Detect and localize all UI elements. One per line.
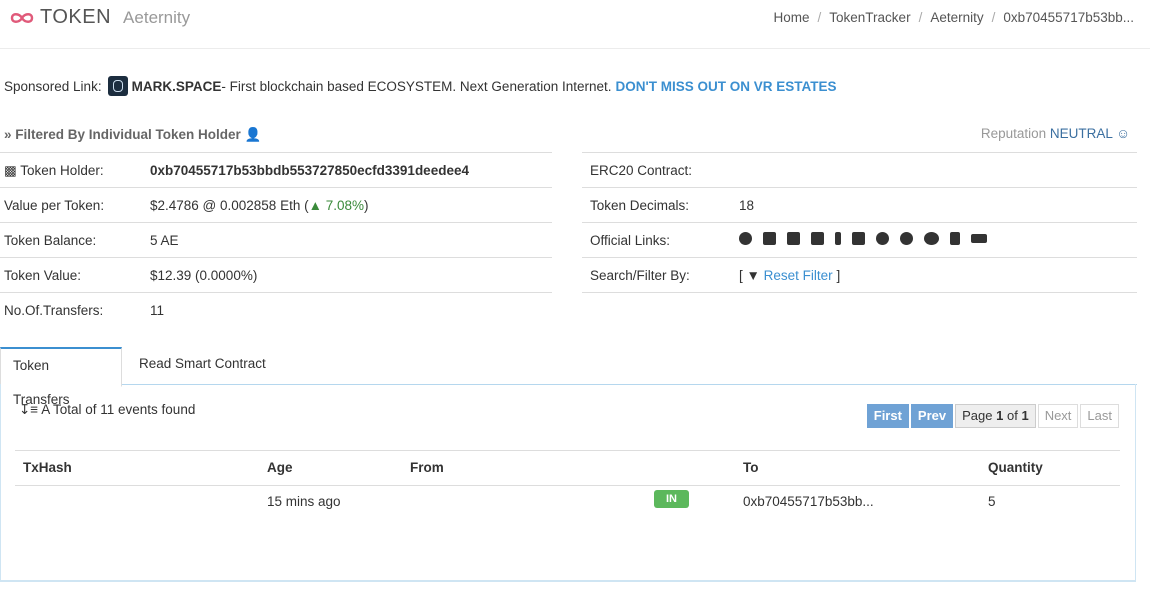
sponsor-text: - First blockchain based ECOSYSTEM. Next… bbox=[221, 78, 612, 94]
breadcrumb-tokentracker[interactable]: TokenTracker bbox=[829, 10, 910, 25]
info-row-token-value: Token Value: $12.39 (0.0000%) bbox=[0, 258, 552, 293]
info-key: ▩ Token Holder: bbox=[4, 163, 104, 178]
user-icon: 👤 bbox=[244, 127, 262, 142]
prev-page-button[interactable]: Prev bbox=[910, 404, 954, 428]
price-change: 7.08% bbox=[325, 198, 364, 213]
reset-filter-link[interactable]: Reset Filter bbox=[764, 268, 833, 283]
reddit-icon[interactable] bbox=[811, 232, 824, 245]
table-header: TxHash Age From To Quantity bbox=[15, 450, 1120, 486]
tab-bar: Token Transfers Read Smart Contract bbox=[0, 347, 1137, 407]
token-name: Aeternity bbox=[123, 7, 191, 27]
contract-info-table: ERC20 Contract: Token Decimals: 18 Offic… bbox=[582, 152, 1137, 293]
info-row-token-balance: Token Balance: 5 AE bbox=[0, 223, 552, 258]
document-icon[interactable] bbox=[950, 232, 960, 245]
twitter-icon[interactable] bbox=[852, 232, 865, 245]
info-row-value-per-token: Value per Token: $2.4786 @ 0.002858 Eth … bbox=[0, 188, 552, 223]
column-to: To bbox=[743, 460, 759, 475]
holder-address-link[interactable]: 0xb70455717b53bbdb553727850ecfd3391deede… bbox=[150, 163, 469, 178]
info-row-holder: ▩ Token Holder: 0xb70455717b53bbdb553727… bbox=[0, 153, 552, 188]
transfers-panel: ↧≡ A Total of 11 events found First Prev… bbox=[0, 384, 1136, 582]
info-key: Token Value: bbox=[4, 268, 82, 283]
github-icon[interactable] bbox=[876, 232, 889, 245]
next-page-button[interactable]: Next bbox=[1037, 404, 1079, 428]
mark-icon[interactable] bbox=[971, 234, 987, 243]
email-icon[interactable] bbox=[763, 232, 776, 245]
info-row-search-filter: Search/Filter By: [ ▼ Reset Filter ] bbox=[582, 258, 1137, 293]
info-key: Token Balance: bbox=[4, 233, 97, 248]
info-value: $2.4786 @ 0.002858 Eth (▲ 7.08%) bbox=[150, 198, 369, 213]
sponsor-logo-icon bbox=[107, 76, 128, 96]
facebook-icon[interactable] bbox=[835, 232, 841, 245]
info-row-erc20: ERC20 Contract: bbox=[582, 153, 1137, 188]
quantity-cell: 5 bbox=[988, 494, 996, 509]
telegram-icon[interactable] bbox=[900, 232, 913, 245]
info-row-transfers: No.Of.Transfers: 11 bbox=[0, 293, 552, 327]
filter-heading: » Filtered By Individual Token Holder 👤 bbox=[4, 127, 261, 143]
info-key: Value per Token: bbox=[4, 198, 105, 213]
info-key: ERC20 Contract: bbox=[590, 163, 693, 178]
tab-token-transfers[interactable]: Token Transfers bbox=[0, 347, 122, 407]
wechat-icon[interactable] bbox=[924, 232, 939, 245]
neutral-face-icon: ☺ bbox=[1116, 126, 1130, 141]
page-indicator: Page 1 of 1 bbox=[955, 404, 1036, 428]
holder-info-table: ▩ Token Holder: 0xb70455717b53bbdb553727… bbox=[0, 152, 552, 327]
filter-text: » Filtered By Individual Token Holder bbox=[4, 127, 241, 142]
breadcrumb-aeternity[interactable]: Aeternity bbox=[930, 10, 983, 25]
filter-control: [ ▼ Reset Filter ] bbox=[739, 268, 841, 283]
age-cell: 15 mins ago bbox=[267, 494, 341, 509]
infinity-logo-icon bbox=[10, 12, 34, 23]
reputation: Reputation NEUTRAL ☺ bbox=[981, 126, 1130, 141]
info-row-decimals: Token Decimals: 18 bbox=[582, 188, 1137, 223]
edit-icon[interactable] bbox=[787, 232, 800, 245]
info-key: Search/Filter By: bbox=[590, 268, 690, 283]
info-value: $12.39 (0.0000%) bbox=[150, 268, 258, 283]
reputation-label: Reputation bbox=[980, 126, 1047, 141]
pagination: First Prev Page 1 of 1 Next Last bbox=[866, 404, 1119, 428]
info-value: 5 AE bbox=[150, 233, 179, 248]
arrow-up-icon: ▲ bbox=[308, 198, 322, 213]
events-total-text: A Total of 11 events found bbox=[41, 402, 196, 417]
column-quantity: Quantity bbox=[988, 460, 1043, 475]
column-txhash: TxHash bbox=[23, 460, 72, 475]
info-key: Official Links: bbox=[590, 233, 671, 248]
table-row: 15 mins ago IN 0xb70455717b53bb... 5 bbox=[15, 485, 1120, 519]
sponsor-label: Sponsored Link: bbox=[4, 78, 102, 94]
info-key: Token Decimals: bbox=[590, 198, 690, 213]
tab-read-smart-contract[interactable]: Read Smart Contract bbox=[127, 347, 278, 384]
contact-card-icon: ▩ bbox=[4, 163, 17, 178]
sponsor-cta-link[interactable]: DON'T MISS OUT ON VR ESTATES bbox=[616, 79, 837, 94]
info-row-official-links: Official Links: bbox=[582, 223, 1137, 258]
info-value: 11 bbox=[150, 303, 165, 318]
header: TOKEN Aeternity Home / TokenTracker / Aetern… bbox=[0, 0, 1150, 49]
funnel-icon: ▼ bbox=[746, 268, 760, 283]
info-value: 18 bbox=[739, 198, 755, 213]
to-cell: 0xb70455717b53bb... bbox=[743, 494, 874, 509]
breadcrumb-address: 0xb70455717b53bb... bbox=[1003, 10, 1134, 25]
column-from: From bbox=[410, 460, 444, 475]
direction-badge: IN bbox=[654, 490, 689, 508]
breadcrumb-home[interactable]: Home bbox=[774, 10, 810, 25]
reputation-value[interactable]: NEUTRAL bbox=[1050, 126, 1113, 141]
info-key: No.Of.Transfers: bbox=[4, 303, 104, 318]
globe-icon[interactable] bbox=[739, 232, 752, 245]
logo[interactable]: TOKEN Aeternity bbox=[8, 6, 190, 29]
sort-icon: ↧≡ bbox=[19, 402, 39, 417]
last-page-button[interactable]: Last bbox=[1080, 404, 1119, 428]
logo-text: TOKEN bbox=[40, 6, 112, 28]
sponsored-link: Sponsored Link: MARK.SPACE - First block… bbox=[4, 76, 837, 96]
column-age: Age bbox=[267, 460, 293, 475]
official-links bbox=[739, 232, 987, 245]
first-page-button[interactable]: First bbox=[866, 404, 909, 428]
breadcrumb: Home / TokenTracker / Aeternity/0xb70455717b… bbox=[773, 10, 1135, 25]
sponsor-name: MARK.SPACE bbox=[131, 78, 222, 94]
events-total: ↧≡ A Total of 11 events found bbox=[19, 402, 195, 418]
